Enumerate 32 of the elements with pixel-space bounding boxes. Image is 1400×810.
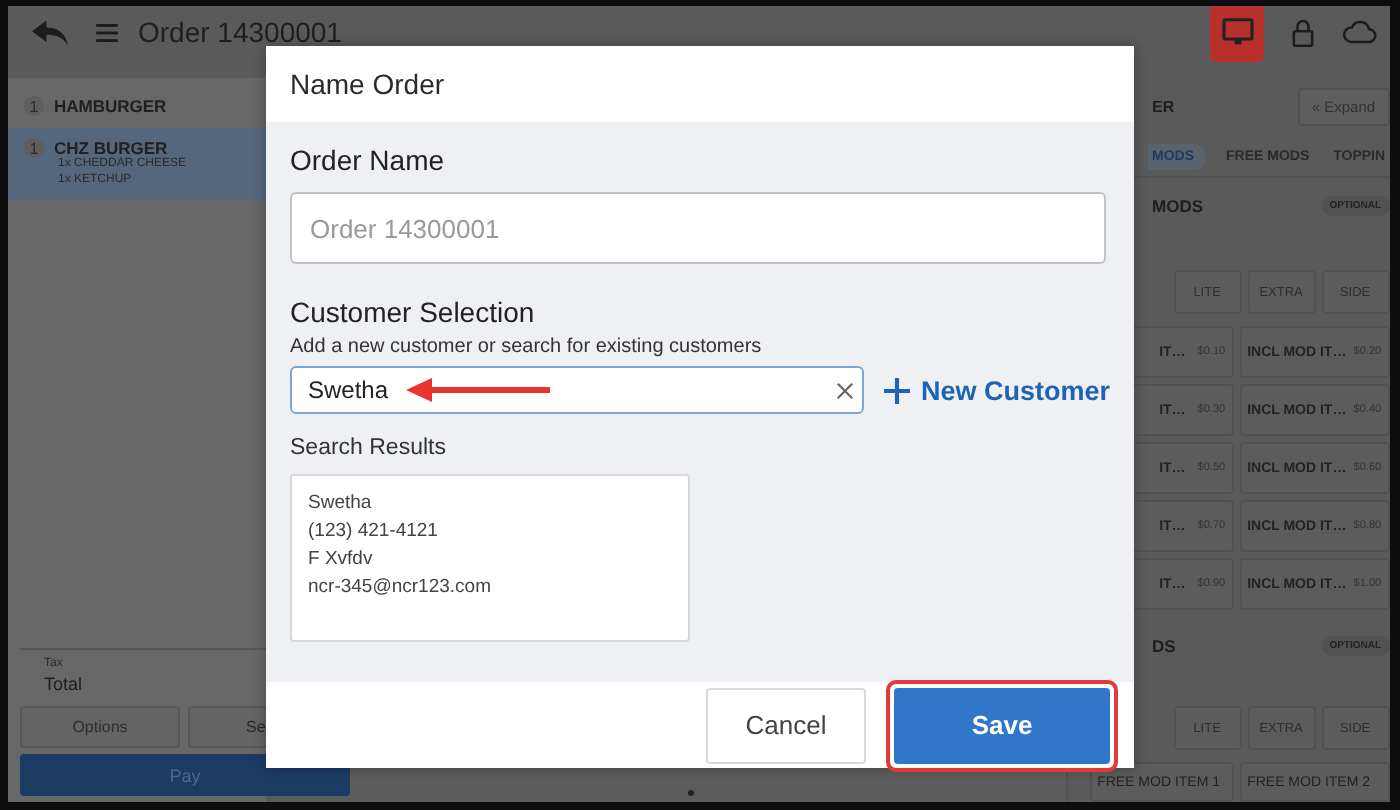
item-name: CHZ BURGER xyxy=(54,138,168,158)
customer-detail: Swetha xyxy=(308,492,374,514)
section-title: DS xyxy=(1152,636,1176,656)
hint-text: Add a new customer or search for existing customers xyxy=(290,336,764,358)
display-button[interactable] xyxy=(1210,6,1264,61)
annotation-arrow xyxy=(406,378,550,402)
plus-icon xyxy=(884,377,911,403)
order-action-button[interactable]: Se xyxy=(188,706,268,748)
back-icon[interactable] xyxy=(32,19,68,45)
order-title: Order 14300001 xyxy=(138,16,342,48)
customer-result-card[interactable]: Swetha (123) 421-4121 F Xvfdv ncr-345@ncr123.com xyxy=(290,474,690,642)
customer-search-field[interactable]: Swetha xyxy=(290,366,865,414)
menu-icon[interactable] xyxy=(96,23,118,41)
cloud-icon[interactable] xyxy=(1342,20,1378,44)
customer-detail: F Xvfdv xyxy=(308,548,375,570)
total-label: Total xyxy=(44,674,85,694)
lock-icon[interactable] xyxy=(1292,17,1314,47)
save-button[interactable]: Save xyxy=(894,687,1110,763)
field-label: Customer Selection xyxy=(290,296,537,328)
page-dot xyxy=(688,790,694,796)
order-name-field[interactable]: Order 14300001 xyxy=(290,192,1106,264)
cancel-button[interactable]: Cancel xyxy=(706,687,866,763)
field-label: Order Name xyxy=(290,144,447,176)
clear-icon[interactable] xyxy=(836,381,854,399)
customer-detail: ncr-345@ncr123.com xyxy=(308,576,493,598)
dialog-title: Name Order xyxy=(290,68,445,100)
panel-title: ER xyxy=(1152,98,1175,117)
customer-detail: (123) 421-4121 xyxy=(308,520,440,542)
item-name: HAMBURGER xyxy=(54,96,167,116)
monitor-icon xyxy=(1221,18,1253,46)
results-label: Search Results xyxy=(290,436,448,460)
section-title: MODS xyxy=(1152,196,1203,216)
